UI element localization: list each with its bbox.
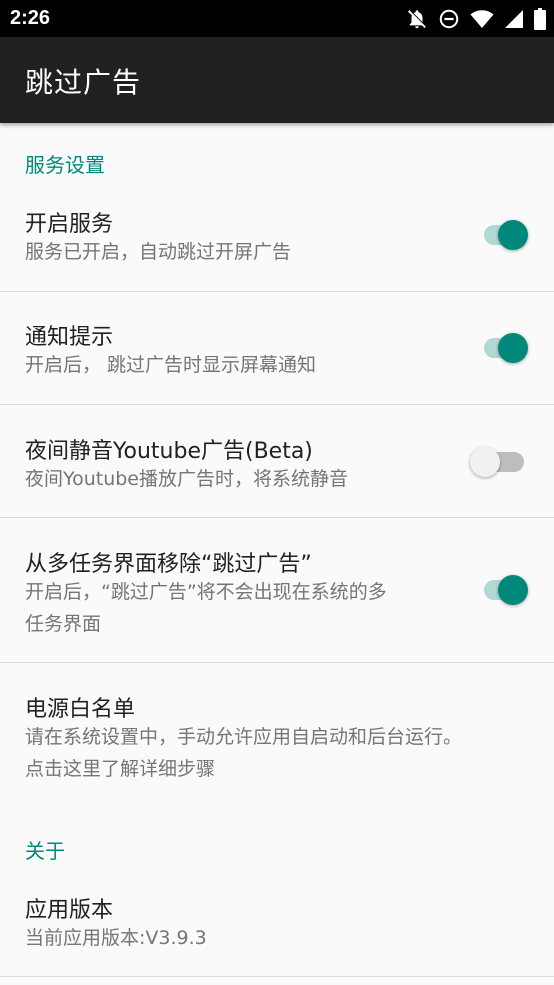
switch-thumb xyxy=(498,220,528,250)
pref-title: 通知提示 xyxy=(25,325,114,350)
switch-thumb xyxy=(470,447,500,477)
pref-night-mute[interactable]: 夜间静音Youtube广告(Beta) 夜间Youtube播放广告时，将系统静音 xyxy=(0,405,554,518)
pref-summary: 当前应用版本:V3.9.3 xyxy=(25,927,207,949)
switch-thumb xyxy=(498,575,528,605)
night-mute-switch[interactable] xyxy=(470,442,524,482)
notifications-off-icon xyxy=(406,8,428,30)
app-title: 跳过广告 xyxy=(25,66,142,99)
divider xyxy=(0,976,554,977)
status-icons xyxy=(406,8,546,30)
pref-summary-line2: 点击这里了解详细步骤 xyxy=(25,758,216,780)
pref-hide-recents[interactable]: 从多任务界面移除“跳过广告” 开启后，“跳过广告”将不会出现在系统的多 任务界面 xyxy=(0,518,554,663)
signal-icon xyxy=(504,9,524,29)
enable-service-switch[interactable] xyxy=(484,215,528,255)
battery-icon xyxy=(534,8,546,30)
pref-title: 电源白名单 xyxy=(25,697,136,722)
pref-summary-line1: 请在系统设置中，手动允许应用自启动和后台运行。 xyxy=(25,726,463,748)
category-about: 关于 xyxy=(25,839,65,863)
pref-title: 从多任务界面移除“跳过广告” xyxy=(25,552,312,577)
preferences-list: 服务设置 开启服务 服务已开启，自动跳过开屏广告 通知提示 开启后， 跳过广告时… xyxy=(0,123,554,985)
pref-summary: 夜间Youtube播放广告时，将系统静音 xyxy=(25,468,348,490)
pref-app-version[interactable]: 应用版本 当前应用版本:V3.9.3 xyxy=(0,878,554,976)
notification-switch[interactable] xyxy=(484,328,528,368)
do-not-disturb-icon xyxy=(438,8,460,30)
pref-title: 夜间静音Youtube广告(Beta) xyxy=(25,439,313,464)
app-bar: 跳过广告 xyxy=(0,37,554,123)
pref-notification[interactable]: 通知提示 开启后， 跳过广告时显示屏幕通知 xyxy=(0,292,554,405)
wifi-icon xyxy=(470,8,494,30)
pref-summary: 开启后， 跳过广告时显示屏幕通知 xyxy=(25,354,317,376)
pref-title: 开启服务 xyxy=(25,212,114,237)
status-time: 2:26 xyxy=(10,7,51,29)
pref-summary-line1: 开启后，“跳过广告”将不会出现在系统的多 xyxy=(25,581,387,603)
pref-enable-service[interactable]: 开启服务 服务已开启，自动跳过开屏广告 xyxy=(0,192,554,291)
pref-power-whitelist[interactable]: 电源白名单 请在系统设置中，手动允许应用自启动和后台运行。 点击这里了解详细步骤 xyxy=(0,663,554,797)
switch-thumb xyxy=(498,333,528,363)
pref-summary-line2: 任务界面 xyxy=(25,613,102,635)
status-bar: 2:26 xyxy=(0,0,554,37)
pref-summary: 服务已开启，自动跳过开屏广告 xyxy=(25,241,292,263)
category-service-settings: 服务设置 xyxy=(25,153,105,177)
pref-title: 应用版本 xyxy=(25,898,114,923)
hide-recents-switch[interactable] xyxy=(484,570,528,610)
